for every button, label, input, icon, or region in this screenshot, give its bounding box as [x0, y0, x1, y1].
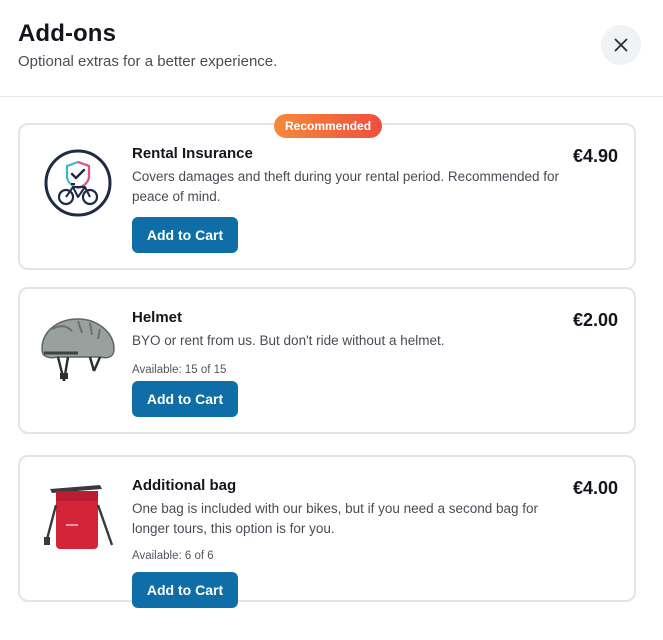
recommended-badge: Recommended	[274, 114, 383, 138]
addon-price: €2.00	[572, 310, 618, 330]
bike-insurance-icon	[38, 143, 118, 223]
addon-price: €4.90	[572, 146, 618, 166]
addon-name: Helmet	[132, 309, 183, 326]
addons-modal: Add-ons Optional extras for a better exp…	[0, 0, 663, 640]
modal-header: Add-ons Optional extras for a better exp…	[0, 0, 663, 97]
add-to-cart-button[interactable]: Add to Cart	[132, 572, 238, 608]
addon-card-additional-bag: Additional bag One bag is included with …	[18, 455, 636, 608]
addon-description: BYO or rent from us. But don't ride with…	[132, 333, 445, 348]
helmet-image	[38, 307, 118, 387]
availability-text: Available: 6 of 6	[132, 550, 214, 562]
pannier-bag-image	[38, 475, 118, 555]
addon-card-helmet: Helmet BYO or rent from us. But don't ri…	[18, 287, 636, 434]
close-icon	[614, 38, 628, 52]
addon-name: Rental Insurance	[132, 145, 253, 162]
addon-price: €4.00	[572, 478, 618, 498]
addon-description: Covers damages and theft during your ren…	[132, 169, 559, 204]
addon-description: One bag is included with our bikes, but …	[132, 501, 539, 536]
close-button[interactable]	[601, 25, 641, 65]
availability-text: Available: 15 of 15	[132, 364, 227, 376]
modal-title: Add-ons	[18, 20, 117, 47]
modal-subtitle: Optional extras for a better experience.	[18, 53, 278, 70]
add-to-cart-button[interactable]: Add to Cart	[132, 217, 238, 253]
addon-card-rental-insurance: Recommended Rental Insurance Covers dama…	[18, 114, 636, 270]
addon-name: Additional bag	[132, 477, 237, 494]
add-to-cart-button[interactable]: Add to Cart	[132, 381, 238, 417]
